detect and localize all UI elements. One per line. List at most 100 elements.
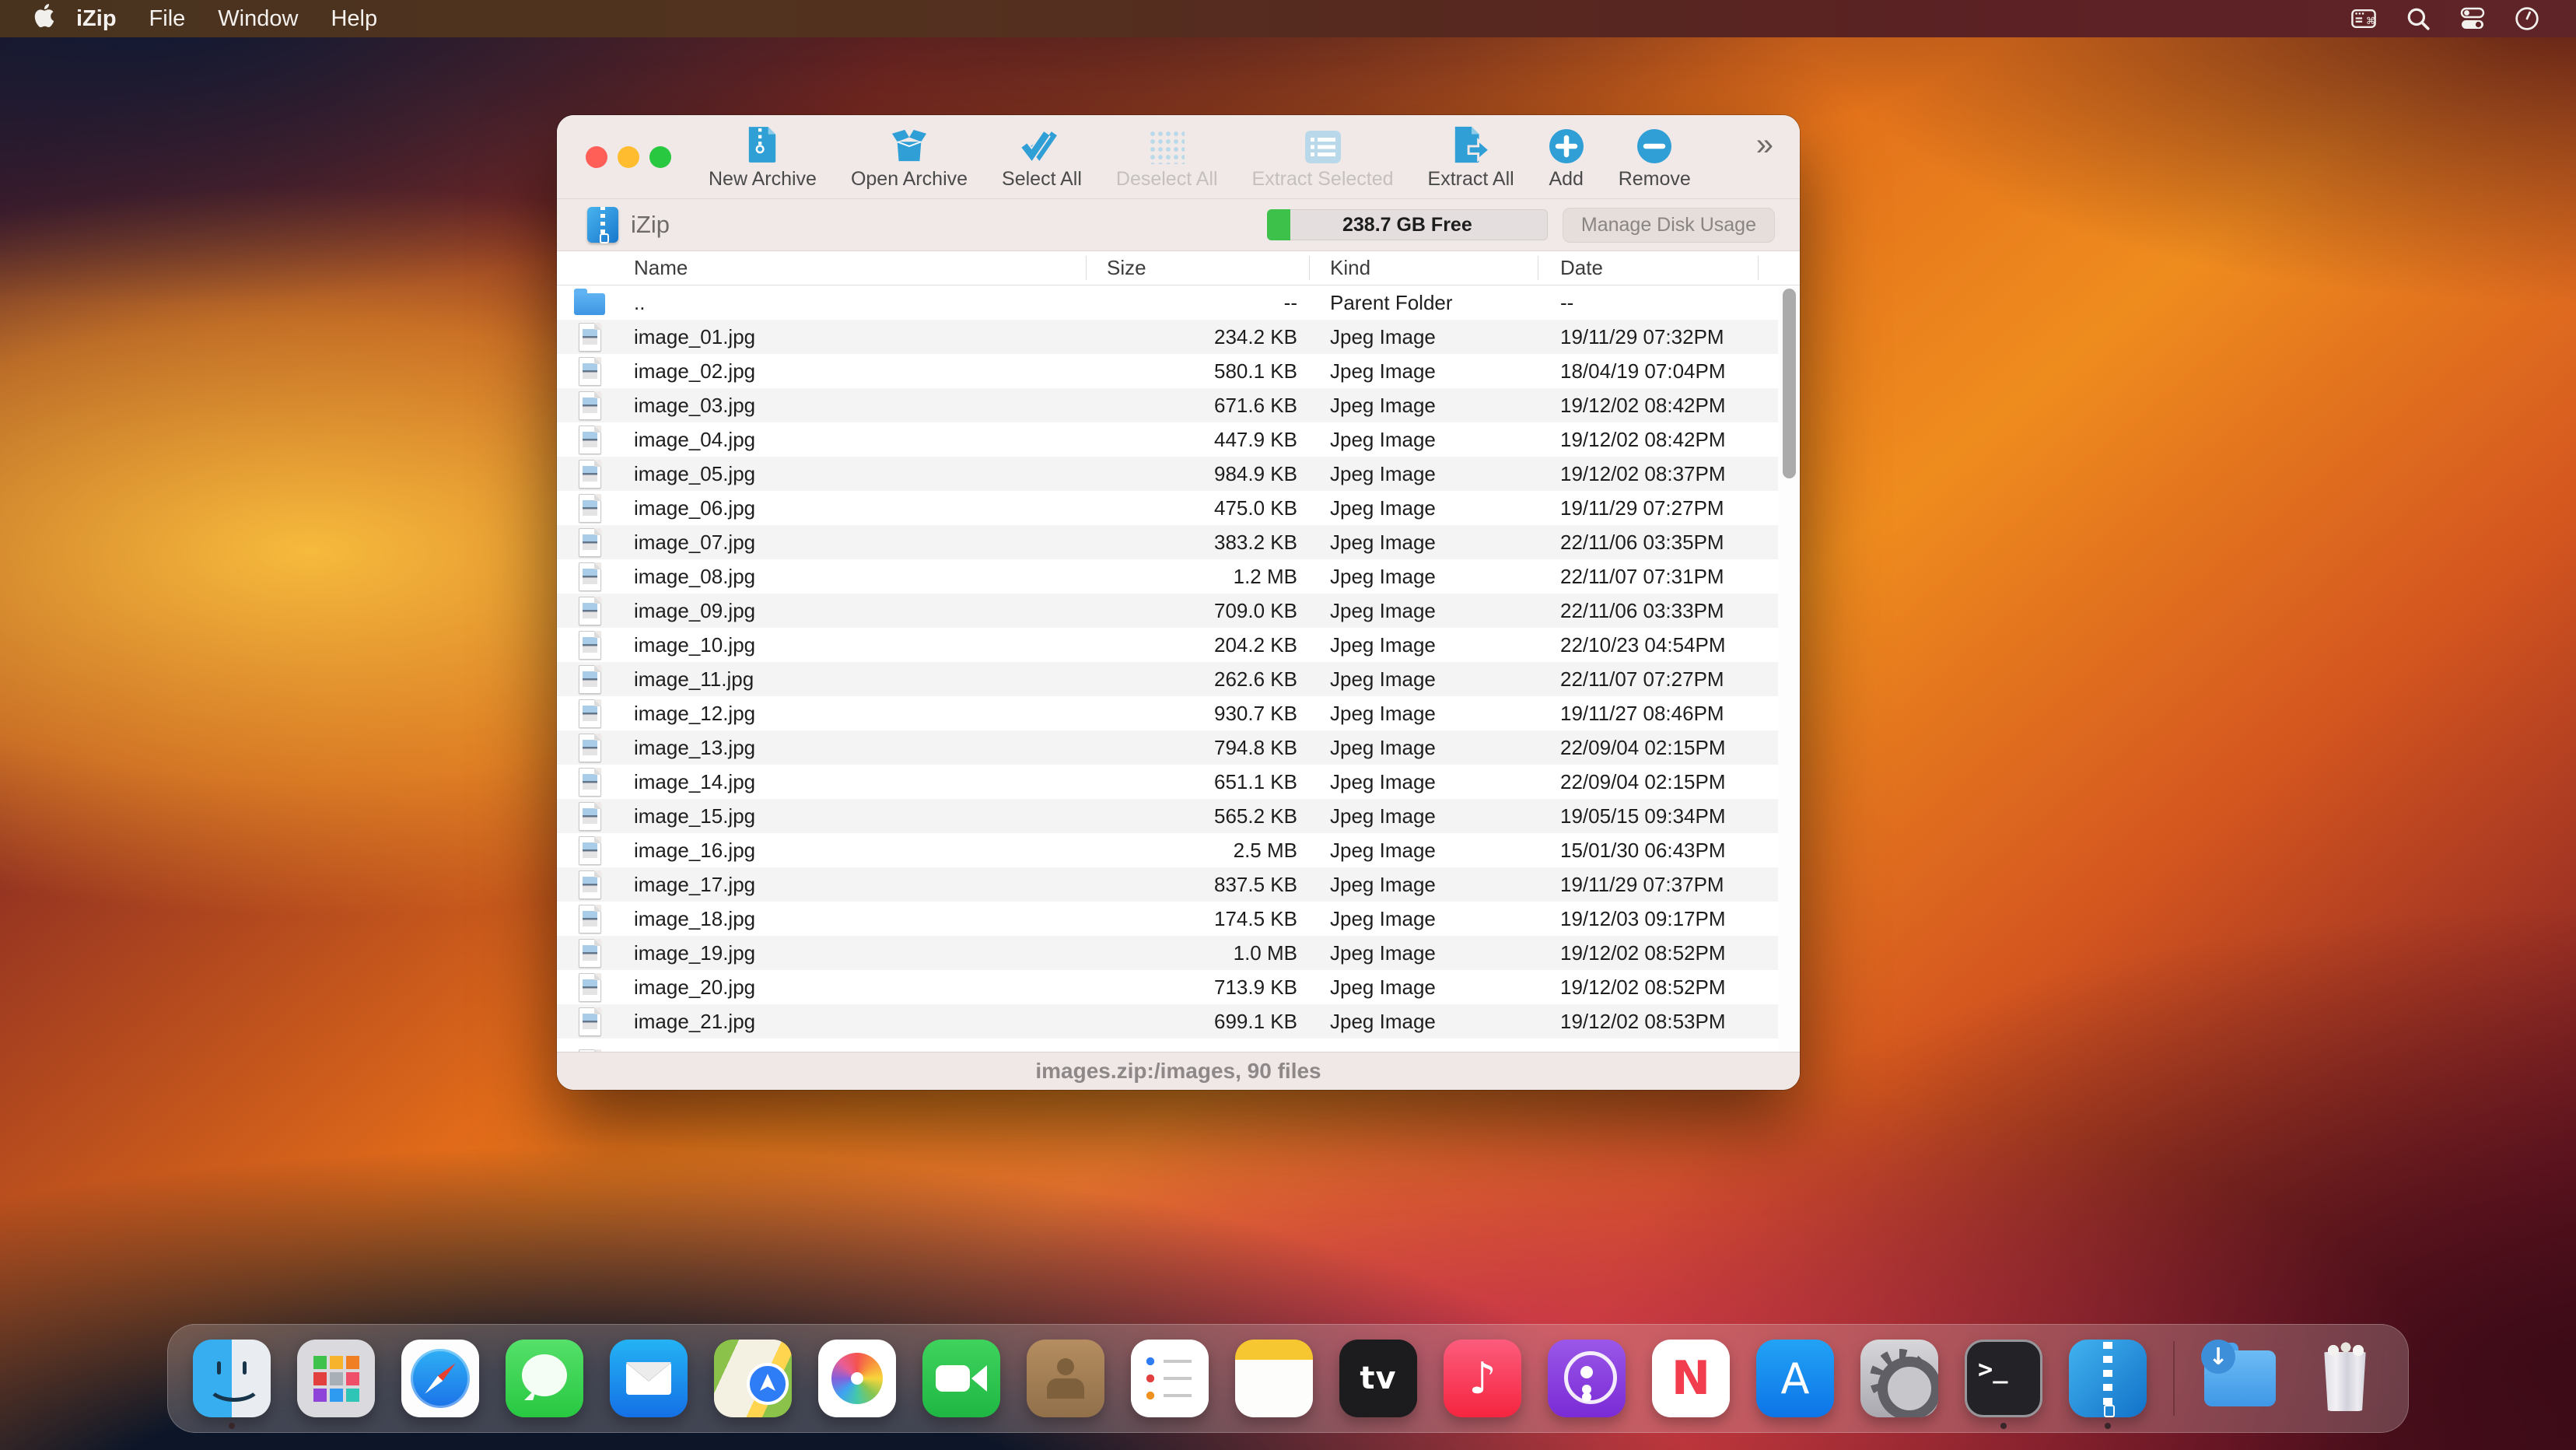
dock-terminal[interactable]: >_	[1965, 1340, 2042, 1417]
file-kind: Jpeg Image	[1309, 565, 1538, 589]
shortcuts-window-icon[interactable]: ⌘	[2350, 5, 2377, 32]
column-separator	[1758, 256, 1759, 280]
dock-downloads[interactable]: ↓	[2201, 1340, 2279, 1417]
menu-item-window[interactable]: Window	[218, 6, 298, 32]
file-row[interactable]: image_11.jpg262.6 KBJpeg Image22/11/07 0…	[557, 662, 1778, 696]
close-window-button[interactable]	[586, 146, 607, 168]
file-name: image_05.jpg	[622, 462, 1086, 486]
select-all-icon	[1021, 124, 1062, 164]
control-center-icon[interactable]	[2459, 5, 2486, 32]
file-row[interactable]: image_07.jpg383.2 KBJpeg Image22/11/06 0…	[557, 525, 1778, 559]
file-kind: Jpeg Image	[1309, 873, 1538, 897]
dock-photos[interactable]	[818, 1340, 896, 1417]
menu-item-help[interactable]: Help	[331, 6, 377, 32]
clock-icon[interactable]	[2514, 5, 2540, 32]
disk-usage-fill	[1267, 209, 1290, 240]
column-header-size[interactable]: Size	[1086, 256, 1309, 280]
news-glyph: N	[1652, 1340, 1730, 1417]
dock-contacts[interactable]	[1027, 1340, 1104, 1417]
archive-app-label: iZip	[631, 211, 670, 239]
file-row[interactable]: image_09.jpg709.0 KBJpeg Image22/11/06 0…	[557, 594, 1778, 628]
file-row[interactable]: image_02.jpg580.1 KBJpeg Image18/04/19 0…	[557, 354, 1778, 388]
file-row[interactable]: image_21.jpg699.1 KBJpeg Image19/12/02 0…	[557, 1004, 1778, 1038]
dock-finder[interactable]	[193, 1340, 271, 1417]
file-kind: Jpeg Image	[1309, 770, 1538, 794]
jpeg-icon-cell	[557, 699, 622, 728]
file-name: image_12.jpg	[622, 702, 1086, 726]
jpeg-icon-cell	[557, 939, 622, 968]
file-name: image_01.jpg	[622, 325, 1086, 349]
file-row[interactable]: image_18.jpg174.5 KBJpeg Image19/12/03 0…	[557, 902, 1778, 936]
column-header-kind[interactable]: Kind	[1309, 256, 1538, 280]
file-row[interactable]: image_12.jpg930.7 KBJpeg Image19/11/27 0…	[557, 696, 1778, 730]
spotlight-search-icon[interactable]	[2405, 5, 2431, 32]
file-row[interactable]: image_20.jpg713.9 KBJpeg Image19/12/02 0…	[557, 970, 1778, 1004]
dock-maps[interactable]	[714, 1340, 792, 1417]
new-archive-icon	[746, 124, 779, 164]
file-row[interactable]: image_17.jpg837.5 KBJpeg Image19/11/29 0…	[557, 867, 1778, 902]
file-row[interactable]: image_08.jpg1.2 MBJpeg Image22/11/07 07:…	[557, 559, 1778, 594]
file-name: image_14.jpg	[622, 770, 1086, 794]
deselect-all-icon	[1149, 124, 1185, 164]
dock-izip[interactable]	[2069, 1340, 2147, 1417]
column-header-name[interactable]: Name	[622, 256, 1086, 280]
mail-icon	[610, 1340, 688, 1417]
file-row[interactable]: image_04.jpg447.9 KBJpeg Image19/12/02 0…	[557, 422, 1778, 457]
select-all-button[interactable]: Select All	[1002, 124, 1082, 191]
minimize-window-button[interactable]	[618, 146, 639, 168]
dock-messages[interactable]	[506, 1340, 583, 1417]
remove-icon	[1636, 124, 1672, 164]
file-row[interactable]: ..--Parent Folder--	[557, 285, 1778, 320]
file-date: 22/09/04 02:15PM	[1538, 770, 1778, 794]
remove-button[interactable]: Remove	[1619, 124, 1691, 191]
file-row[interactable]: image_01.jpg234.2 KBJpeg Image19/11/29 0…	[557, 320, 1778, 354]
contacts-icon	[1027, 1340, 1104, 1417]
scrollbar-thumb[interactable]	[1783, 289, 1796, 478]
file-date: 22/11/06 03:35PM	[1538, 531, 1778, 555]
dock-safari[interactable]	[401, 1340, 479, 1417]
dock-appstore[interactable]: A	[1756, 1340, 1834, 1417]
manage-disk-usage-button[interactable]: Manage Disk Usage	[1563, 208, 1775, 243]
extract-all-button[interactable]: Extract All	[1428, 124, 1514, 191]
apple-menu[interactable]	[33, 5, 56, 32]
scrollbar-track[interactable]	[1778, 285, 1800, 1052]
file-row[interactable]: image_10.jpg204.2 KBJpeg Image22/10/23 0…	[557, 628, 1778, 662]
file-row[interactable]: image_05.jpg984.9 KBJpeg Image19/12/02 0…	[557, 457, 1778, 491]
file-row[interactable]: image_19.jpg1.0 MBJpeg Image19/12/02 08:…	[557, 936, 1778, 970]
file-size: --	[1086, 291, 1309, 315]
dock-launchpad[interactable]	[297, 1340, 375, 1417]
file-list: ..--Parent Folder--image_01.jpg234.2 KBJ…	[557, 285, 1800, 1052]
menu-item-file[interactable]: File	[149, 6, 186, 32]
file-row[interactable]: image_03.jpg671.6 KBJpeg Image19/12/02 0…	[557, 388, 1778, 422]
file-row[interactable]: image_06.jpg475.0 KBJpeg Image19/11/29 0…	[557, 491, 1778, 525]
file-date: 22/11/06 03:33PM	[1538, 599, 1778, 623]
column-header-date[interactable]: Date	[1538, 256, 1778, 280]
file-date: 18/04/19 07:04PM	[1538, 359, 1778, 384]
file-date: 19/12/02 08:52PM	[1538, 975, 1778, 1000]
file-row[interactable]: image_15.jpg565.2 KBJpeg Image19/05/15 0…	[557, 799, 1778, 833]
dock-podcasts[interactable]	[1548, 1340, 1626, 1417]
dock-facetime[interactable]	[922, 1340, 1000, 1417]
dock-settings[interactable]	[1860, 1340, 1938, 1417]
dock-news[interactable]: N	[1652, 1340, 1730, 1417]
toolbar-overflow-button[interactable]: »	[1756, 129, 1773, 160]
file-row[interactable]: image_13.jpg794.8 KBJpeg Image22/09/04 0…	[557, 730, 1778, 765]
dock-reminders[interactable]	[1131, 1340, 1209, 1417]
dock-tv[interactable]: tv	[1339, 1340, 1417, 1417]
new-archive-button[interactable]: New Archive	[709, 124, 817, 191]
add-button[interactable]: Add	[1549, 124, 1584, 191]
file-date: 19/12/02 08:37PM	[1538, 462, 1778, 486]
file-row[interactable]: image_14.jpg651.1 KBJpeg Image22/09/04 0…	[557, 765, 1778, 799]
dock-music[interactable]: ♪	[1444, 1340, 1521, 1417]
dock-mail[interactable]	[610, 1340, 688, 1417]
menu-app-name[interactable]: iZip	[76, 6, 117, 32]
open-archive-button[interactable]: Open Archive	[851, 124, 968, 191]
dock-notes[interactable]	[1235, 1340, 1313, 1417]
jpeg-file-icon	[579, 870, 601, 899]
jpeg-file-icon	[579, 734, 601, 762]
zoom-window-button[interactable]	[649, 146, 671, 168]
jpeg-icon-cell	[557, 391, 622, 420]
dock-trash[interactable]	[2305, 1340, 2383, 1417]
file-row[interactable]: image_16.jpg2.5 MBJpeg Image15/01/30 06:…	[557, 833, 1778, 867]
file-date: 22/11/07 07:27PM	[1538, 667, 1778, 692]
